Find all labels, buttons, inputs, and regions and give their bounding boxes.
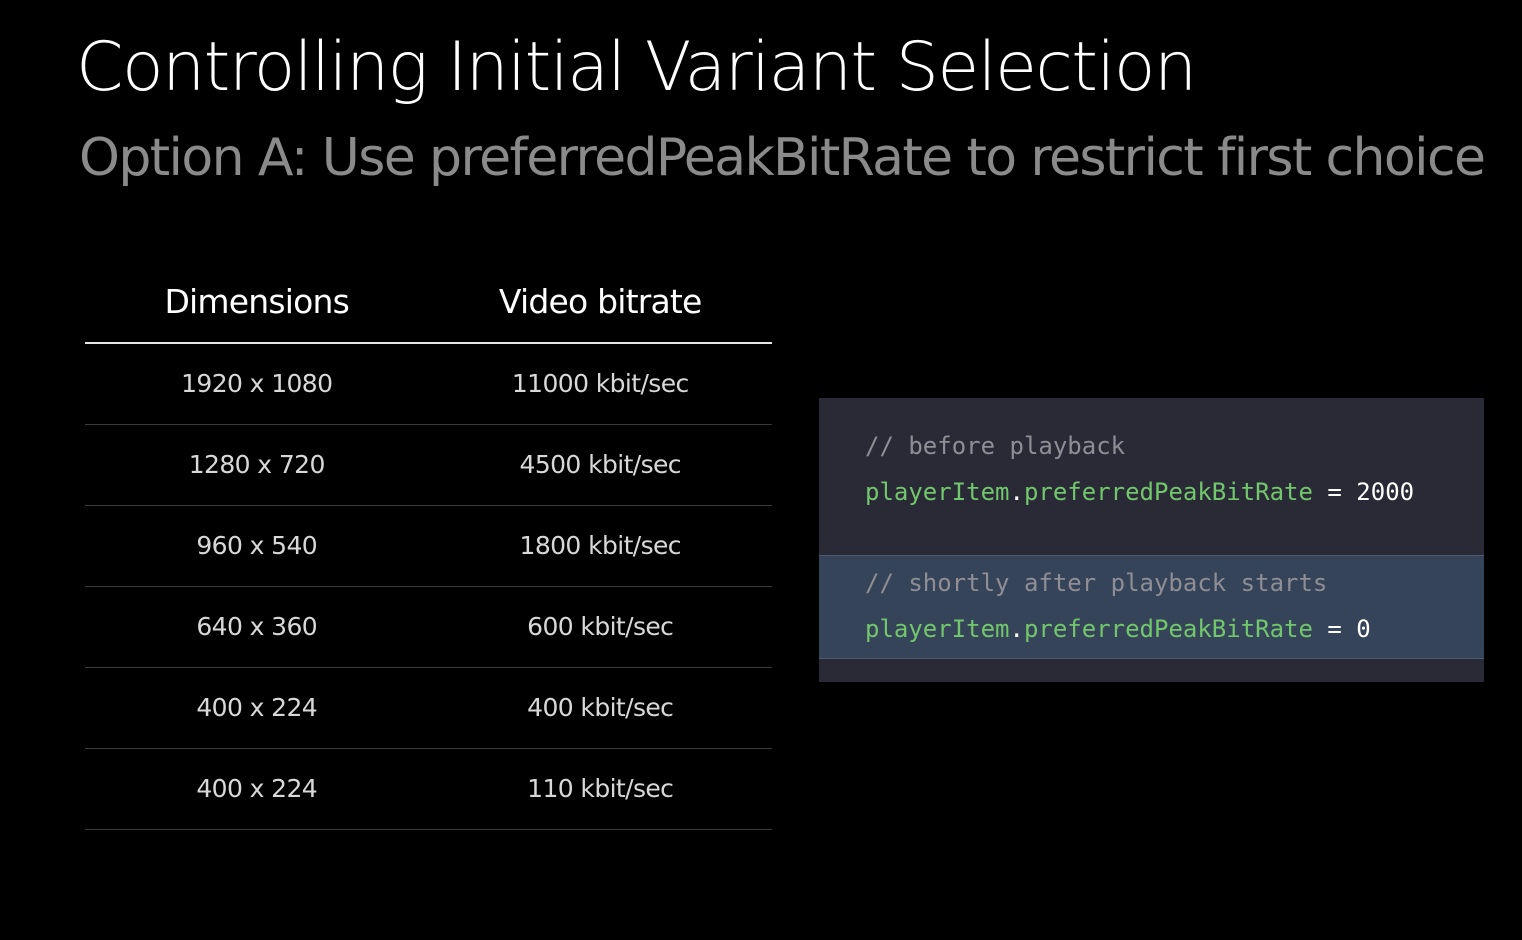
table-row: 400 x 224 400 kbit/sec bbox=[85, 668, 772, 749]
header-video-bitrate: Video bitrate bbox=[498, 282, 702, 321]
code-operator: = bbox=[1312, 615, 1357, 643]
slide-title: Controlling Initial Variant Selection bbox=[76, 28, 1197, 107]
bitrate-cell: 600 kbit/sec bbox=[527, 612, 674, 641]
code-property: preferredPeakBitRate bbox=[1023, 615, 1313, 643]
code-line: playerItem.preferredPeakBitRate = 2000 bbox=[865, 478, 1414, 506]
bitrate-cell: 1800 kbit/sec bbox=[519, 531, 682, 560]
code-block-after-playback: // shortly after playback starts playerI… bbox=[819, 555, 1484, 659]
dimensions-cell: 1920 x 1080 bbox=[181, 369, 333, 398]
code-block-before-playback: // before playback playerItem.preferredP… bbox=[819, 398, 1484, 555]
code-comment: // shortly after playback starts bbox=[865, 569, 1328, 597]
code-line: playerItem.preferredPeakBitRate = 0 bbox=[865, 615, 1371, 643]
code-object: playerItem bbox=[865, 615, 1010, 643]
code-operator: = bbox=[1312, 478, 1357, 506]
code-block: // before playback playerItem.preferredP… bbox=[819, 398, 1484, 682]
variants-table: Dimensions Video bitrate 1920 x 1080 1100… bbox=[85, 262, 772, 830]
code-value: 0 bbox=[1356, 615, 1371, 643]
table-row: 400 x 224 110 kbit/sec bbox=[85, 749, 772, 830]
dimensions-cell: 1280 x 720 bbox=[188, 450, 326, 479]
slide-subtitle: Option A: Use preferredPeakBitRate to re… bbox=[79, 128, 1486, 188]
dimensions-cell: 960 x 540 bbox=[196, 531, 318, 560]
bitrate-cell: 11000 kbit/sec bbox=[511, 369, 689, 398]
bitrate-cell: 4500 kbit/sec bbox=[519, 450, 682, 479]
table-row: 640 x 360 600 kbit/sec bbox=[85, 587, 772, 668]
code-dot: . bbox=[1009, 478, 1024, 506]
bitrate-cell: 400 kbit/sec bbox=[527, 693, 674, 722]
table-row: 1280 x 720 4500 kbit/sec bbox=[85, 425, 772, 506]
table-row: 1920 x 1080 11000 kbit/sec bbox=[85, 344, 772, 425]
header-dimensions: Dimensions bbox=[164, 282, 350, 321]
code-object: playerItem bbox=[865, 478, 1010, 506]
dimensions-cell: 400 x 224 bbox=[196, 693, 318, 722]
code-comment: // before playback bbox=[865, 432, 1126, 460]
dimensions-cell: 400 x 224 bbox=[196, 774, 318, 803]
code-dot: . bbox=[1009, 615, 1024, 643]
code-value: 2000 bbox=[1356, 478, 1415, 506]
table-row: 960 x 540 1800 kbit/sec bbox=[85, 506, 772, 587]
code-property: preferredPeakBitRate bbox=[1023, 478, 1313, 506]
table-header: Dimensions Video bitrate bbox=[85, 262, 772, 344]
bitrate-cell: 110 kbit/sec bbox=[527, 774, 674, 803]
dimensions-cell: 640 x 360 bbox=[196, 612, 318, 641]
